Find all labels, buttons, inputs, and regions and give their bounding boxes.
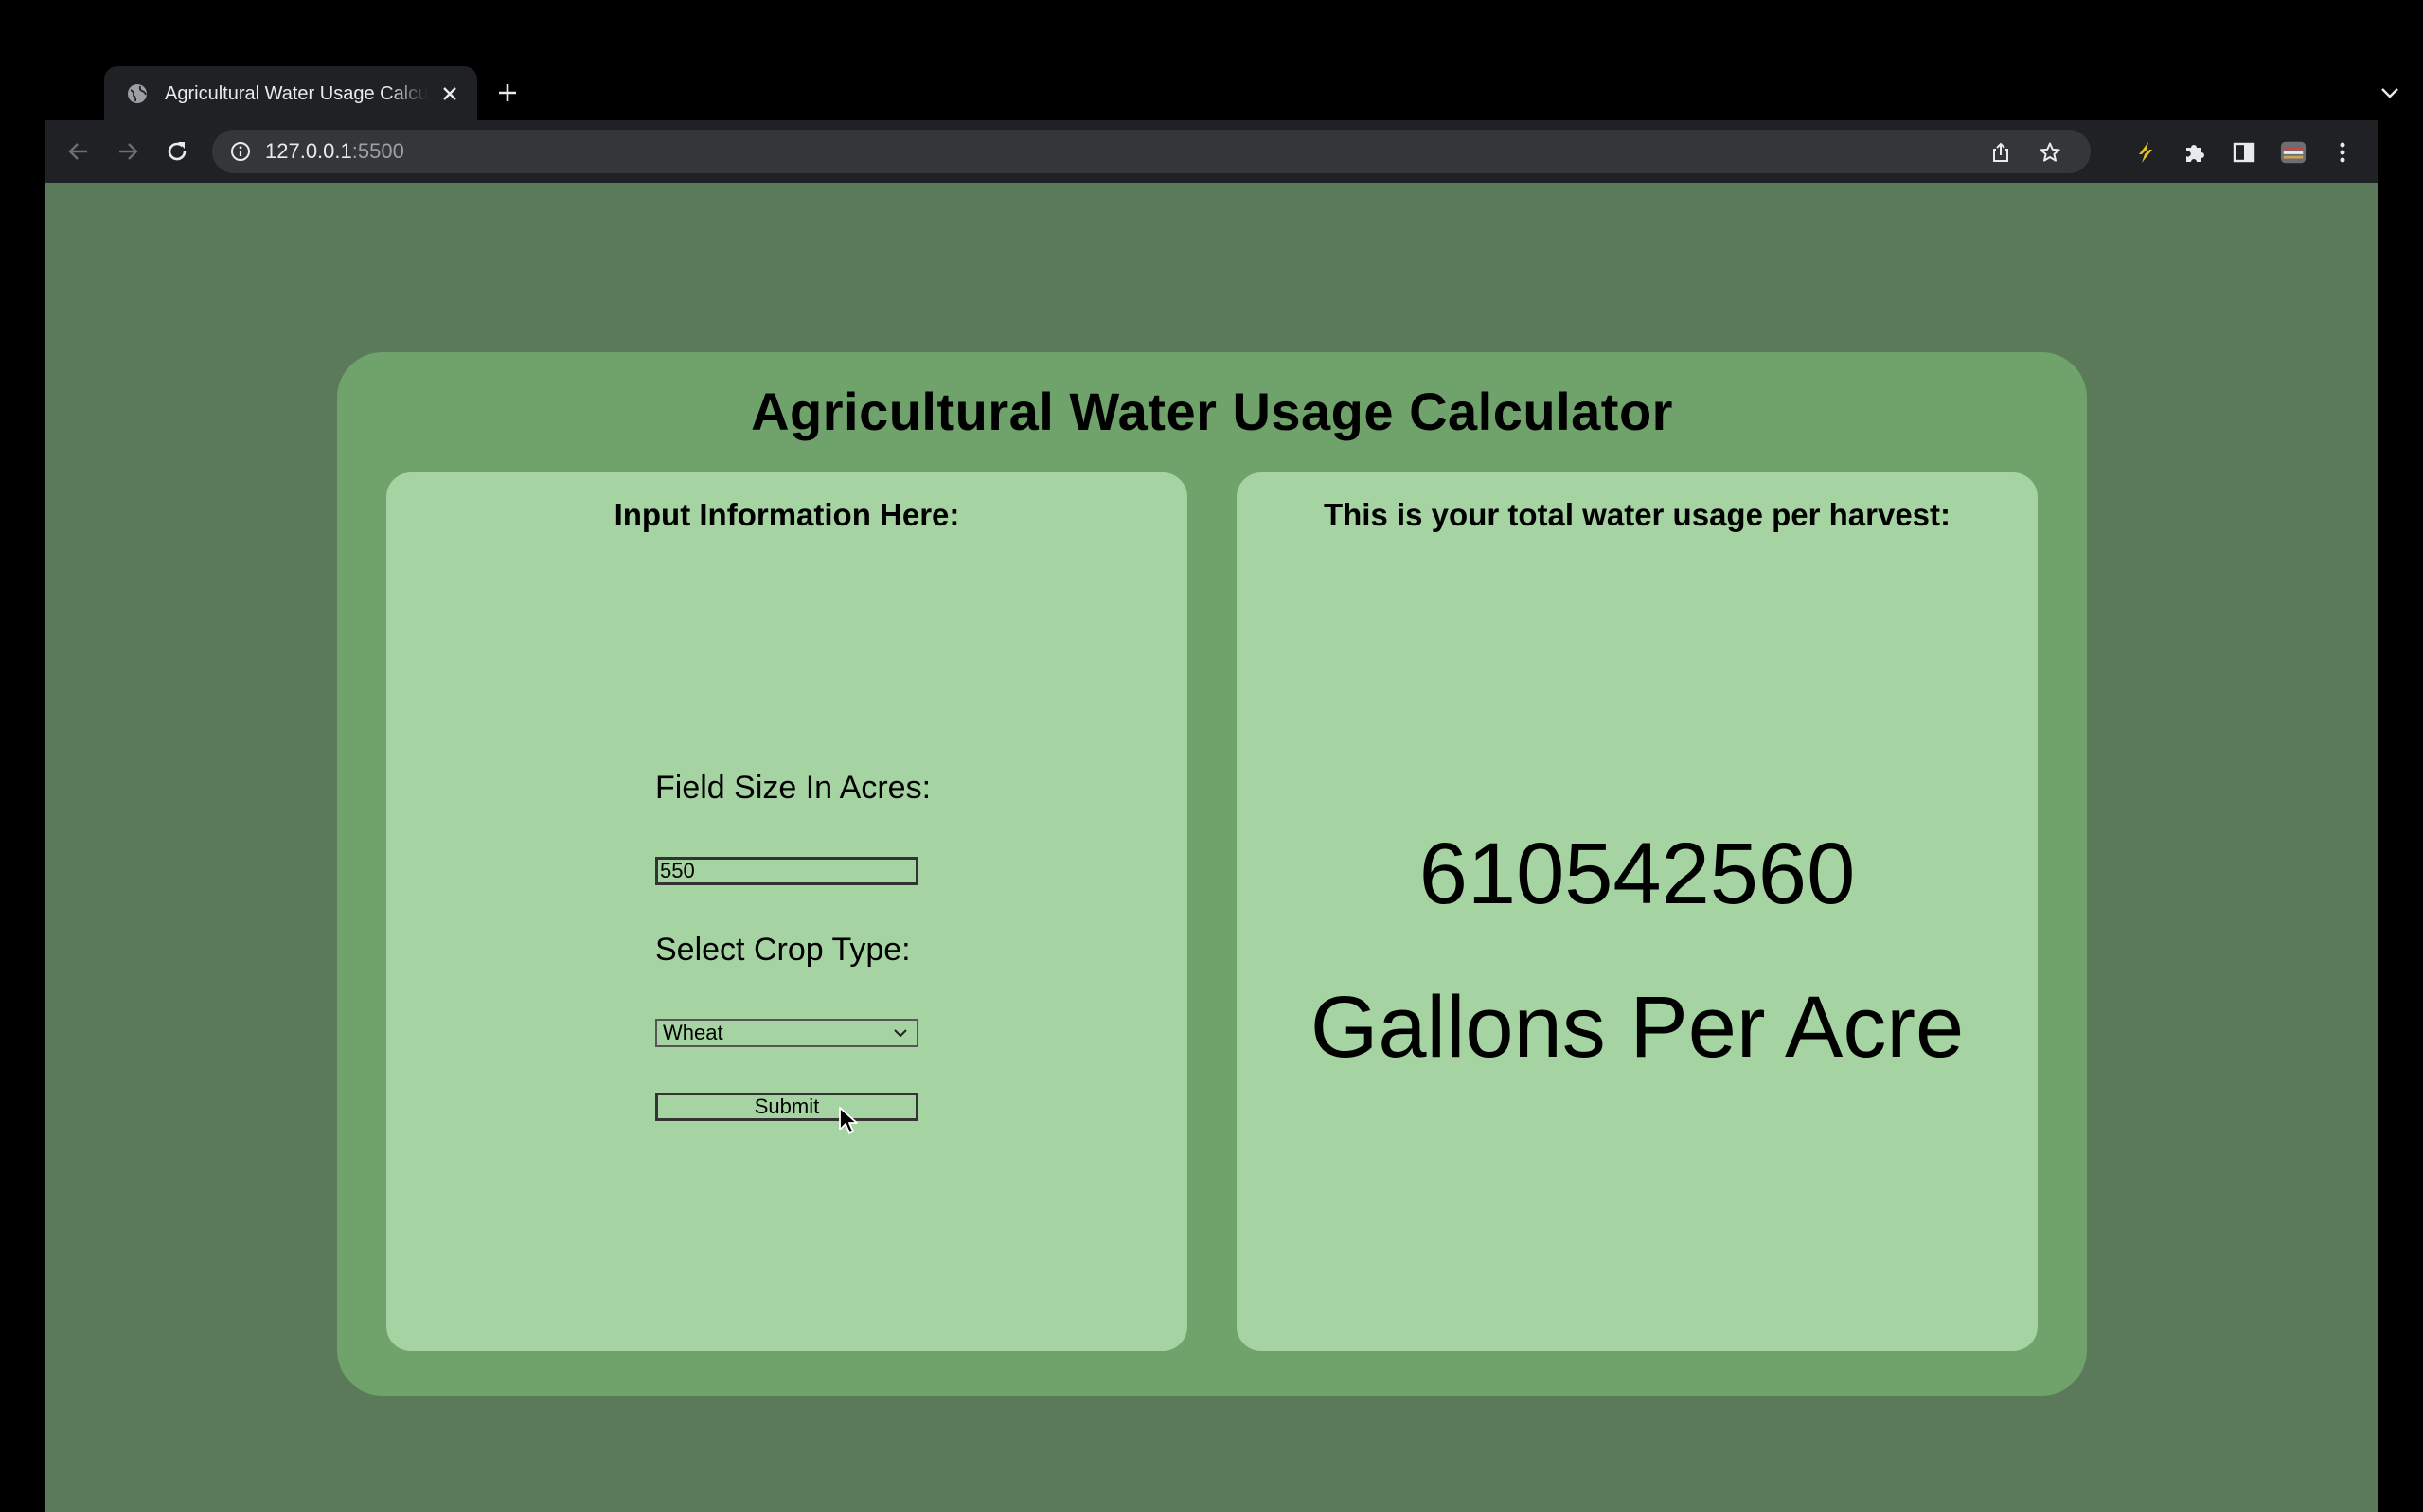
kebab-menu-icon[interactable]: [2329, 139, 2356, 166]
share-icon[interactable]: [1988, 140, 2013, 165]
field-size-label: Field Size In Acres:: [655, 770, 932, 806]
back-arrow-icon[interactable]: [61, 133, 97, 169]
water-usage-unit: Gallons Per Acre: [1309, 979, 1965, 1076]
result-panel-heading: This is your total water usage per harve…: [1323, 497, 1951, 532]
crop-type-select[interactable]: Wheat: [655, 1019, 918, 1047]
water-usage-value: 610542560: [1418, 826, 1856, 922]
url-text: 127.0.0.1:5500: [265, 139, 404, 164]
info-icon[interactable]: [229, 140, 252, 163]
forward-arrow-icon[interactable]: [110, 133, 146, 169]
side-panel-icon[interactable]: [2231, 139, 2257, 166]
tab-search-button[interactable]: [2373, 76, 2407, 110]
address-bar[interactable]: 127.0.0.1:5500: [212, 130, 2091, 173]
chevron-down-icon: [890, 1023, 911, 1043]
browser-tab[interactable]: Agricultural Water Usage Calculator: [104, 66, 477, 121]
input-panel-heading: Input Information Here:: [614, 497, 960, 532]
tab-strip: Agricultural Water Usage Calculator: [45, 0, 2398, 121]
crop-type-selected: Wheat: [663, 1021, 723, 1044]
browser-toolbar: 127.0.0.1:5500: [45, 120, 2378, 183]
globe-icon: [125, 81, 150, 106]
crop-type-label: Select Crop Type:: [655, 932, 911, 968]
lightning-extension-icon[interactable]: [2132, 139, 2159, 166]
tab-title: Agricultural Water Usage Calculator: [165, 82, 428, 104]
url-host: 127.0.0.1: [265, 139, 352, 163]
puzzle-extension-icon[interactable]: [2182, 139, 2208, 166]
calculator-card: Agricultural Water Usage Calculator Inpu…: [337, 352, 2087, 1396]
field-size-value: 550: [660, 859, 695, 882]
submit-button[interactable]: Submit: [655, 1093, 918, 1121]
close-icon[interactable]: [437, 81, 462, 106]
result-panel: This is your total water usage per harve…: [1237, 472, 2038, 1351]
reload-icon[interactable]: [159, 133, 195, 169]
page-title: Agricultural Water Usage Calculator: [751, 382, 1673, 441]
input-panel: Input Information Here: Field Size In Ac…: [386, 472, 1187, 1351]
url-port: :5500: [351, 139, 404, 163]
star-icon[interactable]: [2038, 140, 2062, 165]
profile-icon[interactable]: [2280, 139, 2307, 166]
mouse-cursor-icon: [839, 1107, 858, 1134]
submit-label: Submit: [754, 1094, 820, 1118]
new-tab-button[interactable]: [490, 76, 525, 110]
page-viewport: Agricultural Water Usage Calculator Inpu…: [45, 183, 2378, 1512]
field-size-input[interactable]: 550: [655, 857, 918, 885]
